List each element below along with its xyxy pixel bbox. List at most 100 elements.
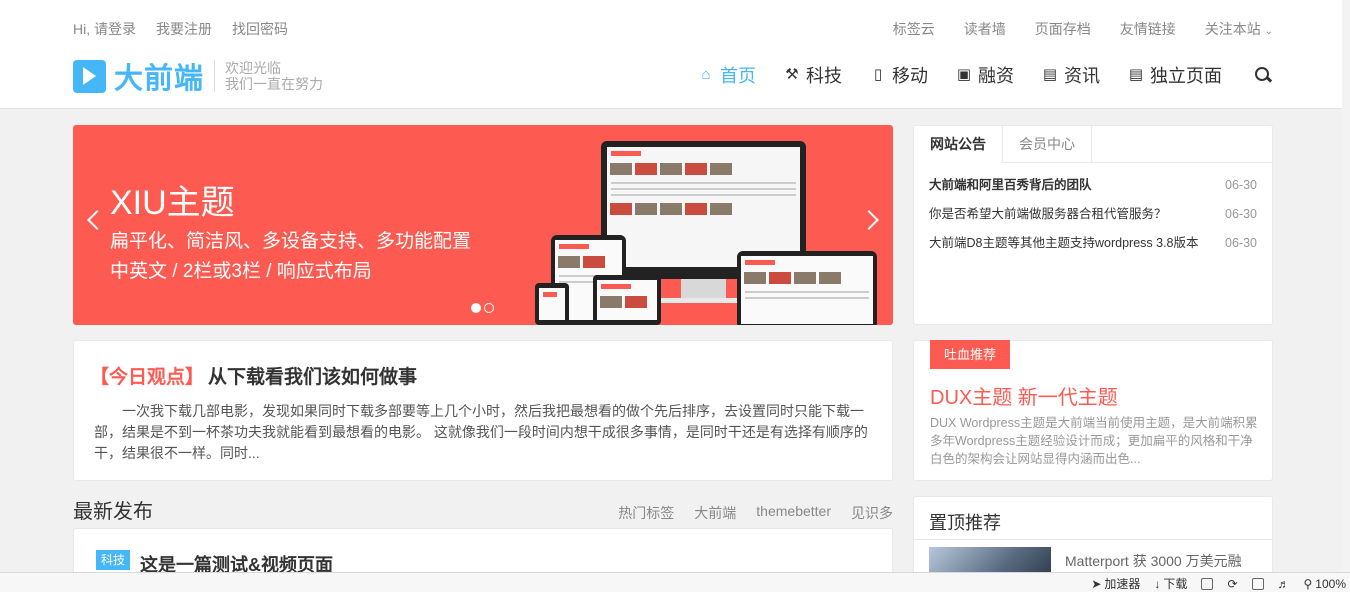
- mock-bar: [611, 151, 641, 156]
- site-logo[interactable]: 大前端 欢迎光临 我们一直在努力: [73, 55, 323, 97]
- hero-banner[interactable]: XIU主题 扁平化、简洁风、多设备支持、多功能配置 中英文 / 2栏或3栏 / …: [73, 125, 893, 325]
- screenshot-icon[interactable]: [1251, 577, 1264, 590]
- post-category-badge[interactable]: 科技: [96, 550, 131, 570]
- recommend-title[interactable]: DUX主题 新一代主题: [930, 381, 1118, 410]
- rocket-icon: ➤: [1091, 576, 1102, 591]
- banner-prev-arrow-icon[interactable]: [87, 210, 107, 230]
- slogan-line-1: 欢迎光临: [225, 60, 282, 76]
- nav-news-label: 资讯: [1064, 66, 1100, 86]
- mock-thumbs: [607, 160, 800, 178]
- chevron-down-icon: ⌄: [1264, 26, 1273, 37]
- download-button[interactable]: ↓ 下载: [1154, 575, 1187, 592]
- mock-thumb: [610, 203, 632, 215]
- nav-tech[interactable]: ⚒ 科技: [784, 62, 842, 88]
- search-icon[interactable]: [1254, 66, 1272, 84]
- refresh-icon[interactable]: ⟳: [1227, 577, 1237, 591]
- page-scrollbar[interactable]: [1342, 0, 1350, 572]
- archive-link[interactable]: 页面存档: [1035, 19, 1091, 39]
- notice-list: 大前端和阿里百秀背后的团队 06-30 你是否希望大前端做服务器合租代管服务？ …: [914, 163, 1272, 264]
- notice-item-date: 06-30: [1225, 207, 1257, 221]
- mock-bar: [745, 260, 775, 265]
- screenshot-icon-shape: [1251, 577, 1264, 590]
- tag-cloud-link[interactable]: 标签云: [893, 19, 935, 39]
- notice-item-date: 06-30: [1225, 178, 1257, 192]
- status-bar-items: ➤ 加速器 ↓ 下载 ⟳ ♬ ⚲ 100%: [1091, 575, 1350, 592]
- login-link[interactable]: Hi, 请登录: [73, 19, 136, 39]
- download-label: 下载: [1163, 577, 1188, 591]
- recommend-badge: 吐血推荐: [930, 340, 1011, 369]
- book-icon: ▤: [1042, 66, 1058, 83]
- tab-site-notice[interactable]: 网站公告: [914, 126, 1003, 163]
- notice-panel: 网站公告 会员中心 大前端和阿里百秀背后的团队 06-30 你是否希望大前端做服…: [913, 125, 1273, 325]
- notice-item[interactable]: 你是否希望大前端做服务器合租代管服务？ 06-30: [929, 206, 1257, 235]
- mock-thumbs: [555, 253, 622, 271]
- pinned-item-title[interactable]: Matterport 获 3000 万美元融: [1065, 551, 1242, 571]
- logo-name: 大前端: [114, 63, 205, 95]
- sound-icon[interactable]: ♬: [1278, 577, 1290, 591]
- mock-thumb: [558, 256, 580, 268]
- notice-item[interactable]: 大前端D8主题等其他主题支持wordpress 3.8版本 06-30: [929, 235, 1257, 264]
- mock-thumb: [769, 272, 791, 284]
- mock-line: [611, 188, 796, 190]
- zoom-control[interactable]: ⚲ 100%: [1304, 577, 1347, 591]
- banner-dot-1[interactable]: [471, 303, 481, 313]
- tag-link[interactable]: 见识多: [851, 503, 893, 523]
- zoom-level: 100%: [1315, 576, 1346, 591]
- nav-finance[interactable]: ▣ 融资: [956, 62, 1014, 88]
- monitor-screen: [607, 147, 800, 267]
- mock-thumb: [625, 296, 647, 308]
- notice-item-date: 06-30: [1225, 236, 1257, 250]
- tablet-mockup-right: [737, 251, 877, 325]
- nav-news[interactable]: ▤ 资讯: [1042, 62, 1100, 88]
- today-view-tag: 【今日观点】: [90, 367, 205, 388]
- banner-dot-2[interactable]: [484, 303, 494, 313]
- phone-screen: [539, 288, 565, 320]
- accelerator-button[interactable]: ➤ 加速器: [1091, 575, 1140, 592]
- banner-pagination: [471, 303, 494, 313]
- today-view-title[interactable]: 【今日观点】 从下载看我们该如何做事: [90, 362, 417, 389]
- notice-tabs: 网站公告 会员中心: [914, 126, 1272, 163]
- mock-thumb: [710, 203, 732, 215]
- accelerator-label: 加速器: [1104, 577, 1141, 591]
- mock-lines: [607, 182, 800, 196]
- today-view-headline: 从下载看我们该如何做事: [208, 367, 418, 388]
- mock-thumbs: [741, 269, 873, 287]
- nav-pages-label: 独立页面: [1150, 66, 1222, 86]
- money-icon: ▣: [956, 66, 972, 83]
- recommend-excerpt: DUX Wordpress主题是大前端当前使用主题，是大前端积累多年Wordpr…: [930, 416, 1258, 466]
- notice-item[interactable]: 大前端和阿里百秀背后的团队 06-30: [929, 177, 1257, 206]
- zoom-icon: ⚲: [1303, 576, 1313, 591]
- tag-link[interactable]: themebetter: [756, 503, 831, 523]
- mock-thumb: [819, 272, 841, 284]
- nav-home-label: 首页: [720, 66, 756, 86]
- mock-thumb: [583, 256, 605, 268]
- readers-wall-link[interactable]: 读者墙: [964, 19, 1006, 39]
- hot-tags-label[interactable]: 热门标签: [618, 503, 674, 523]
- nav-mobile[interactable]: ▯ 移动: [870, 62, 928, 88]
- nav-pages[interactable]: ▤ 独立页面: [1128, 62, 1222, 88]
- friend-links-link[interactable]: 友情链接: [1120, 19, 1176, 39]
- recover-password-link[interactable]: 找回密码: [232, 19, 288, 39]
- mock-line: [745, 297, 869, 299]
- main-nav: ⌂ 首页 ⚒ 科技 ▯ 移动 ▣ 融资 ▤ 资讯 ▤ 独立页面: [698, 62, 1272, 88]
- follow-site-menu[interactable]: 关注本站 ⌄: [1205, 19, 1273, 39]
- nav-home[interactable]: ⌂ 首页: [698, 62, 756, 88]
- window-icon-shape: [1201, 577, 1214, 590]
- mock-thumb: [635, 163, 657, 175]
- logo-slogan: 欢迎光临 我们一直在努力: [225, 60, 323, 92]
- site-header: Hi, 请登录 我要注册 找回密码 标签云 读者墙 页面存档 友情链接 关注本站…: [0, 0, 1350, 109]
- pinned-divider: [914, 539, 1272, 540]
- mock-lines: [741, 291, 873, 299]
- notice-item-title: 大前端和阿里百秀背后的团队: [929, 178, 1092, 192]
- banner-title: XIU主题: [110, 184, 235, 222]
- banner-next-arrow-icon[interactable]: [859, 210, 879, 230]
- window-icon[interactable]: [1201, 577, 1214, 590]
- register-link[interactable]: 我要注册: [156, 19, 212, 39]
- tablet-screen: [741, 256, 873, 324]
- mock-bar: [543, 292, 557, 297]
- tab-member-center[interactable]: 会员中心: [1003, 126, 1092, 162]
- recommend-card: 吐血推荐 DUX主题 新一代主题 DUX Wordpress主题是大前端当前使用…: [913, 340, 1273, 481]
- banner-subtitle-2: 中英文 / 2栏或3栏 / 响应式布局: [110, 261, 372, 282]
- mock-thumb: [610, 163, 632, 175]
- tag-link[interactable]: 大前端: [694, 503, 736, 523]
